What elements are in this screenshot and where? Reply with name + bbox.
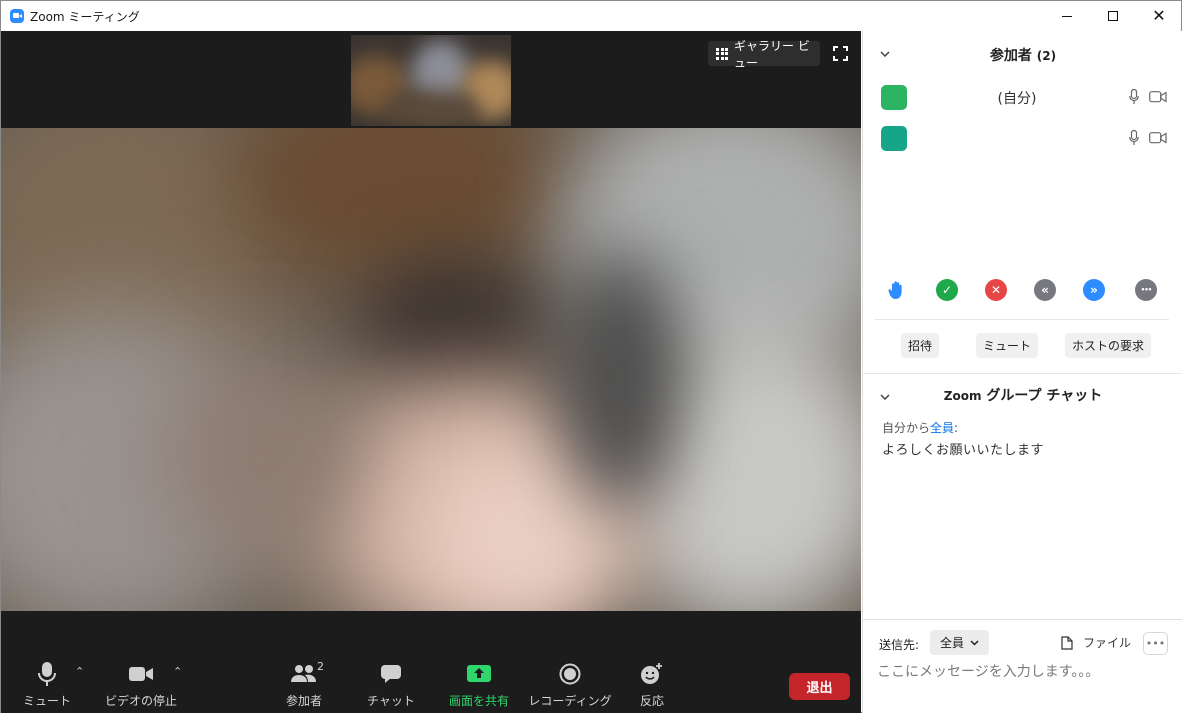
chat-colon: :: [954, 421, 959, 435]
chat-recipient[interactable]: 全員: [930, 421, 954, 435]
record-label: レコーディング: [528, 694, 612, 708]
chat-sender: 自分から: [882, 421, 931, 435]
chat-title-main: グループ チャット: [986, 388, 1103, 404]
zoom-meeting-window: Zoom ミーティング ✕ ギャラリー ビュー ミュート ⌃ ビデオの停止 ⌃ …: [0, 0, 1182, 713]
chat-message-header: 自分から全員:: [882, 419, 958, 436]
microphone-icon[interactable]: [1129, 130, 1139, 146]
participants-title-count: (2): [1036, 49, 1057, 63]
chat-title: Zoom グループ チャット: [863, 385, 1182, 405]
participants-count: 2: [317, 660, 324, 673]
raise-hand-icon[interactable]: [886, 279, 908, 301]
stop-video-button[interactable]: ビデオの停止: [101, 659, 181, 709]
main-speaker-video: [1, 128, 861, 611]
divider: [875, 319, 1169, 320]
participants-title: 参加者 (2): [863, 45, 1182, 65]
nonverbal-reactions: ✓ ✕ « » •••: [863, 279, 1182, 305]
invite-button[interactable]: 招待: [901, 333, 940, 358]
more-options-button[interactable]: •••: [1143, 632, 1168, 655]
minimize-button[interactable]: [1044, 1, 1090, 31]
maximize-icon: [1108, 11, 1118, 21]
chat-bubble-icon: [381, 665, 401, 683]
share-screen-button[interactable]: 画面を共有: [441, 659, 517, 709]
chevron-down-icon: [970, 639, 979, 646]
participants-button[interactable]: 2 参加者: [279, 659, 329, 709]
zoom-app-icon: [10, 9, 24, 23]
microphone-icon[interactable]: [1129, 89, 1139, 105]
mute-label: ミュート: [22, 694, 71, 708]
video-options-caret[interactable]: ⌃: [173, 665, 182, 678]
chat-label: チャット: [367, 694, 415, 708]
file-button[interactable]: ファイル: [1061, 634, 1131, 651]
chat-header: Zoom グループ チャット: [863, 373, 1182, 413]
participant-row[interactable]: (自分): [863, 77, 1182, 117]
add-reaction-icon: [641, 663, 662, 684]
chat-composer: 送信先: 全員 ファイル •••: [863, 619, 1182, 713]
microphone-icon: [38, 662, 56, 686]
fullscreen-icon[interactable]: [833, 46, 848, 61]
avatar: [881, 126, 907, 151]
go-slower-icon[interactable]: «: [1034, 279, 1056, 301]
meeting-toolbar: ミュート ⌃ ビデオの停止 ⌃ 2 参加者 チャット 画面を共有 レコーディング…: [1, 651, 861, 713]
video-camera-icon[interactable]: [1149, 132, 1167, 144]
chat-message-text: よろしくお願いいたします: [882, 443, 1045, 458]
share-screen-icon: [467, 665, 491, 682]
no-icon[interactable]: ✕: [985, 279, 1007, 301]
more-icon[interactable]: •••: [1135, 279, 1157, 301]
file-icon: [1061, 635, 1073, 650]
yes-icon[interactable]: ✓: [936, 279, 958, 301]
participants-header: 参加者 (2): [863, 31, 1182, 77]
leave-meeting-button[interactable]: 退出: [789, 673, 850, 700]
maximize-button[interactable]: [1090, 1, 1136, 31]
video-camera-icon: [129, 667, 153, 681]
mute-button[interactable]: ミュート: [19, 659, 75, 709]
participants-icon: [291, 665, 316, 682]
side-panel: 参加者 (2) (自分) ✓ ✕ « » ••• 招待 ミュート ホストの要求 …: [862, 31, 1182, 713]
reactions-label: 反応: [639, 694, 664, 708]
minimize-icon: [1062, 15, 1072, 17]
go-faster-icon[interactable]: »: [1083, 279, 1105, 301]
chat-message-input[interactable]: [877, 659, 1167, 685]
reactions-button[interactable]: 反応: [631, 659, 673, 709]
participants-label: 参加者: [285, 694, 322, 708]
close-button[interactable]: ✕: [1136, 1, 1182, 31]
close-icon: ✕: [1152, 6, 1166, 25]
title-bar: Zoom ミーティング ✕: [1, 1, 1181, 31]
video-camera-icon[interactable]: [1149, 91, 1167, 103]
participant-name: (自分): [997, 91, 1037, 107]
send-to-label: 送信先:: [879, 638, 920, 652]
window-title: Zoom ミーティング: [30, 10, 140, 24]
audio-options-caret[interactable]: ⌃: [75, 665, 84, 678]
participants-title-text: 参加者: [989, 48, 1032, 64]
video-area: ギャラリー ビュー ミュート ⌃ ビデオの停止 ⌃ 2 参加者 チャット 画面を…: [1, 31, 861, 713]
grid-icon: [716, 47, 728, 60]
file-label: ファイル: [1083, 636, 1132, 650]
share-screen-label: 画面を共有: [448, 694, 509, 708]
record-button[interactable]: レコーディング: [528, 659, 612, 709]
self-video-thumbnail[interactable]: [351, 35, 511, 126]
gallery-view-button[interactable]: ギャラリー ビュー: [708, 39, 820, 70]
mute-all-button[interactable]: ミュート: [976, 333, 1039, 358]
request-host-button[interactable]: ホストの要求: [1065, 333, 1152, 358]
send-to-select[interactable]: 全員: [930, 630, 989, 655]
send-to-value: 全員: [940, 636, 965, 650]
participant-row[interactable]: [863, 118, 1182, 158]
stop-video-label: ビデオの停止: [104, 694, 177, 708]
record-icon: [559, 663, 581, 685]
avatar: [881, 85, 907, 110]
gallery-view-label: ギャラリー ビュー: [734, 38, 810, 70]
chat-button[interactable]: チャット: [366, 659, 416, 709]
chat-title-prefix: Zoom: [943, 389, 982, 403]
